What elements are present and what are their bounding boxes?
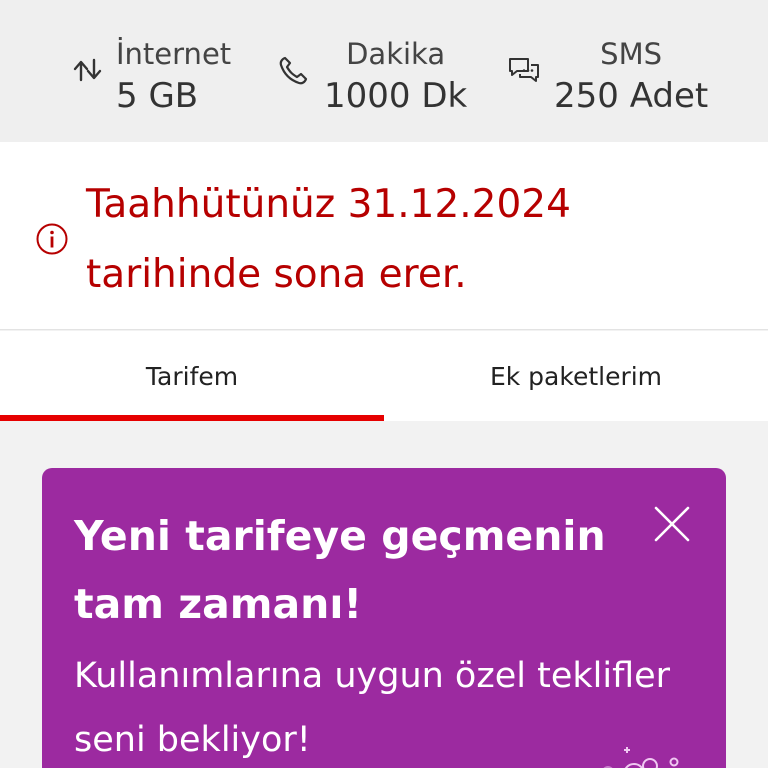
chat-icon: [509, 58, 539, 82]
tab-ek-paketlerim[interactable]: Ek paketlerim: [384, 331, 768, 421]
sms-label: SMS: [600, 37, 663, 71]
tab-tarifem[interactable]: Tarifem: [0, 331, 384, 421]
info-icon: [36, 223, 68, 255]
internet-allowance: İnternet 5 GB: [70, 34, 231, 118]
tab-bar: Tarifem Ek paketlerim: [0, 331, 768, 421]
minutes-label: Dakika: [346, 37, 446, 71]
promo-card[interactable]: Yeni tarifeye geçmenin tam zamanı! Kulla…: [42, 468, 726, 768]
commitment-notice-text: Taahhütünüz 31.12.2024 tarihinde sona er…: [86, 182, 571, 297]
usage-summary: İnternet 5 GB Dakika 1000 Dk SMS 250 Ade…: [0, 0, 768, 142]
active-tab-indicator: [0, 415, 384, 421]
close-icon[interactable]: [652, 504, 692, 544]
internet-value: 5 GB: [116, 76, 199, 116]
minutes-value: 1000 Dk: [324, 76, 468, 116]
data-transfer-icon: [73, 58, 102, 82]
phone-icon: [279, 56, 308, 85]
promo-title: Yeni tarifeye geçmenin tam zamanı!: [74, 512, 606, 628]
sms-allowance: SMS 250 Adet: [506, 34, 708, 118]
decoration-graphic: [603, 747, 679, 768]
internet-label: İnternet: [116, 37, 232, 71]
sms-value: 250 Adet: [554, 76, 709, 116]
minutes-allowance: Dakika 1000 Dk: [276, 34, 467, 118]
